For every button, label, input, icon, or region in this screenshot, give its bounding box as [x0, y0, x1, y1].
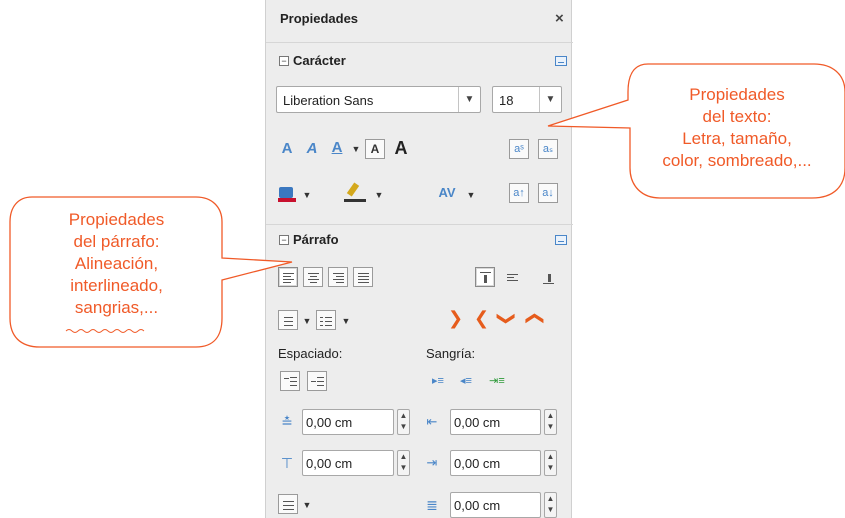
- callout-line: Propiedades: [68, 210, 165, 229]
- callout-line: interlineado,: [70, 276, 163, 295]
- text-properties-callout-text: Propiedades del texto: Letra, tamaño, co…: [632, 84, 842, 172]
- paragraph-properties-callout-text: Propiedades del párrafo: Alineación, int…: [14, 209, 219, 319]
- callout-line: Letra, tamaño,: [682, 129, 792, 148]
- callout-line: sangrias,...: [74, 298, 159, 317]
- callout-line: color, sombreado,...: [662, 151, 812, 170]
- callout-line: Alineación,: [74, 254, 159, 273]
- callout-line: del párrafo:: [73, 232, 160, 251]
- callout-line: Propiedades: [689, 85, 785, 104]
- callout-line: del texto:: [702, 107, 772, 126]
